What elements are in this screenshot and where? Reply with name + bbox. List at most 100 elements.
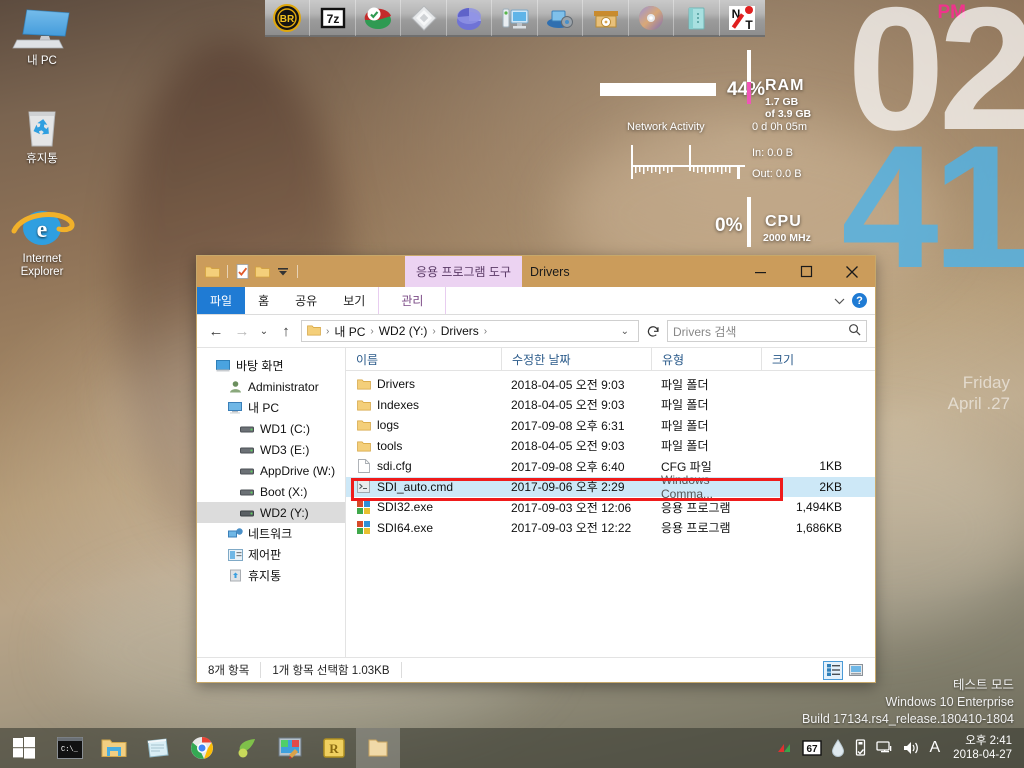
desktop-icon-internet-explorer[interactable]: e Internet Explorer [3,204,81,279]
tray-show-hidden-icon[interactable] [777,741,793,755]
back-button[interactable]: ← [205,320,227,342]
navigation-bar[interactable]: ← → ⌄ ↑ › 내 PC › WD2 (Y:) › Drivers › ⌄ [197,315,875,347]
taskbar-leaf-app[interactable] [224,728,268,768]
system-tray[interactable]: 67 A 오후 2:41 2018-04-27 [777,728,1024,768]
sidebar-item-boot-x[interactable]: Boot (X:) [197,481,345,502]
column-header-name[interactable]: 이름 ⌃ [346,348,501,371]
search-input[interactable]: Drivers 검색 [667,320,867,342]
app-launcher-item-diskette-tool[interactable] [401,0,447,36]
window-controls[interactable] [737,256,875,287]
tab-home[interactable]: 홈 [245,287,282,314]
taskbar-paint[interactable] [268,728,312,768]
chevron-down-icon[interactable]: ⌄ [616,326,634,337]
minimize-button[interactable] [737,256,783,287]
tab-share[interactable]: 공유 [282,287,330,314]
maximize-button[interactable] [783,256,829,287]
column-header-type-label: 유형 [662,352,685,367]
close-button[interactable] [829,256,875,287]
breadcrumb-segment-1[interactable]: WD2 (Y:) [376,324,431,338]
tray-speccy-icon[interactable]: 67 [801,740,822,756]
taskbar-file-explorer[interactable] [92,728,136,768]
table-row[interactable]: logs 2017-09-08 오후 6:31 파일 폴더 [346,415,875,436]
sidebar-item-appdrive-w[interactable]: AppDrive (W:) [197,460,345,481]
navigation-pane[interactable]: 바탕 화면 Administrator 내 PC WD1 (C:) WD3 (E… [197,348,345,657]
forward-button[interactable]: → [231,320,253,342]
tray-usb-icon[interactable] [854,739,867,757]
new-folder-icon[interactable] [254,263,271,280]
app-launcher-item-notes[interactable] [674,0,720,36]
taskbar[interactable]: C:\_ R 67 A 오후 2:41 2018-04-27 [0,728,1024,768]
app-launcher-item-system-monitor[interactable] [492,0,538,36]
table-row[interactable]: Indexes 2018-04-05 오전 9:03 파일 폴더 [346,395,875,416]
quick-access-toolbar[interactable] [197,263,301,280]
file-explorer-window[interactable]: 응용 프로그램 도구 Drivers 파일 홈 공유 보기 관리 ? ← → ⌄… [196,255,876,683]
folder-icon[interactable] [204,263,221,280]
up-button[interactable]: ↑ [275,320,297,342]
app-launcher-item-network-settings[interactable] [538,0,584,36]
tab-manage[interactable]: 관리 [378,287,447,314]
sidebar-item-wd2-y[interactable]: WD2 (Y:) [197,502,345,523]
table-row[interactable]: Drivers 2018-04-05 오전 9:03 파일 폴더 [346,374,875,395]
table-row[interactable]: SDI64.exe 2017-09-03 오전 12:22 응용 프로그램 1,… [346,518,875,539]
taskbar-chrome[interactable] [180,728,224,768]
customize-dropdown-icon[interactable] [274,263,291,280]
help-button[interactable]: ? [852,293,867,308]
recent-locations-button[interactable]: ⌄ [257,320,271,342]
tray-water-drop-icon[interactable] [831,739,845,757]
ribbon-tab-bar[interactable]: 파일 홈 공유 보기 관리 ? [197,287,875,315]
file-list-pane[interactable]: 이름 ⌃ 수정한 날짜 유형 크기 Drivers 2018-04-05 오전 … [345,348,875,657]
search-icon[interactable] [848,323,861,339]
app-launcher-item-7zip[interactable]: 7z [310,0,356,36]
taskbar-command-prompt[interactable]: C:\_ [48,728,92,768]
breadcrumb-sep-3[interactable]: › [482,326,489,337]
column-header-size[interactable]: 크기 [761,348,851,371]
tab-file[interactable]: 파일 [197,287,246,314]
sidebar-item-network[interactable]: 네트워크 [197,523,345,544]
desktop-icon-my-pc[interactable]: 내 PC [3,6,81,68]
taskbar-clock[interactable]: 오후 2:41 2018-04-27 [949,734,1018,762]
column-header-date[interactable]: 수정한 날짜 [501,348,651,371]
breadcrumb-segment-0[interactable]: 내 PC [331,323,368,340]
qat-divider [227,265,228,278]
sidebar-item-control-panel[interactable]: 제어판 [197,544,345,565]
column-header-type[interactable]: 유형 [651,348,761,371]
ribbon-right-controls[interactable]: ? [834,287,875,314]
chevron-down-icon[interactable] [834,292,845,310]
table-row[interactable]: SDI32.exe 2017-09-03 오전 12:06 응용 프로그램 1,… [346,497,875,518]
breadcrumb-sep-1[interactable]: › [368,326,375,337]
app-launcher-item-disk-chart[interactable] [447,0,493,36]
table-row[interactable]: tools 2018-04-05 오전 9:03 파일 폴더 [346,436,875,457]
app-launcher-item-br[interactable]: BR [265,0,311,36]
tab-view[interactable]: 보기 [330,287,378,314]
tray-volume-icon[interactable] [903,740,921,756]
sidebar-item-recycle-bin[interactable]: 휴지통 [197,565,345,586]
tray-ime-icon[interactable]: A [930,739,941,757]
taskbar-explorer-window[interactable] [356,728,400,768]
breadcrumb-sep-2[interactable]: › [430,326,437,337]
sidebar-item-administrator[interactable]: Administrator [197,376,345,397]
window-title-bar[interactable]: 응용 프로그램 도구 Drivers [197,256,875,287]
app-launcher-bar[interactable]: BR 7z N T [265,0,765,37]
sidebar-item-wd1-c[interactable]: WD1 (C:) [197,418,345,439]
breadcrumb[interactable]: › 내 PC › WD2 (Y:) › Drivers › ⌄ [301,320,639,342]
taskbar-notepad[interactable] [136,728,180,768]
file-list[interactable]: Drivers 2018-04-05 오전 9:03 파일 폴더 Indexes… [346,371,875,538]
app-launcher-item-cd-disc[interactable] [629,0,675,36]
app-launcher-item-nt-tool[interactable]: N T [720,0,765,36]
table-row[interactable]: sdi.cfg 2017-09-08 오후 6:40 CFG 파일 1KB [346,456,875,477]
app-launcher-item-partition-tool[interactable] [356,0,402,36]
sidebar-item-my-pc[interactable]: 내 PC [197,397,345,418]
tray-network-icon[interactable] [875,740,894,756]
app-launcher-item-archive-box[interactable] [583,0,629,36]
network-out: Out: 0.0 B [752,168,802,180]
table-row[interactable]: SDI_auto.cmd 2017-09-06 오후 2:29 Windows … [346,473,875,501]
taskbar-r-app[interactable]: R [312,728,356,768]
properties-icon[interactable] [234,263,251,280]
sidebar-item-wd3-e[interactable]: WD3 (E:) [197,439,345,460]
breadcrumb-segment-2[interactable]: Drivers [438,324,482,338]
column-headers[interactable]: 이름 ⌃ 수정한 날짜 유형 크기 [346,348,875,371]
start-button[interactable] [0,728,48,768]
refresh-icon[interactable] [643,320,663,342]
sidebar-item-desktop[interactable]: 바탕 화면 [197,355,345,376]
desktop-icon-recycle-bin[interactable]: 휴지통 [3,104,81,166]
